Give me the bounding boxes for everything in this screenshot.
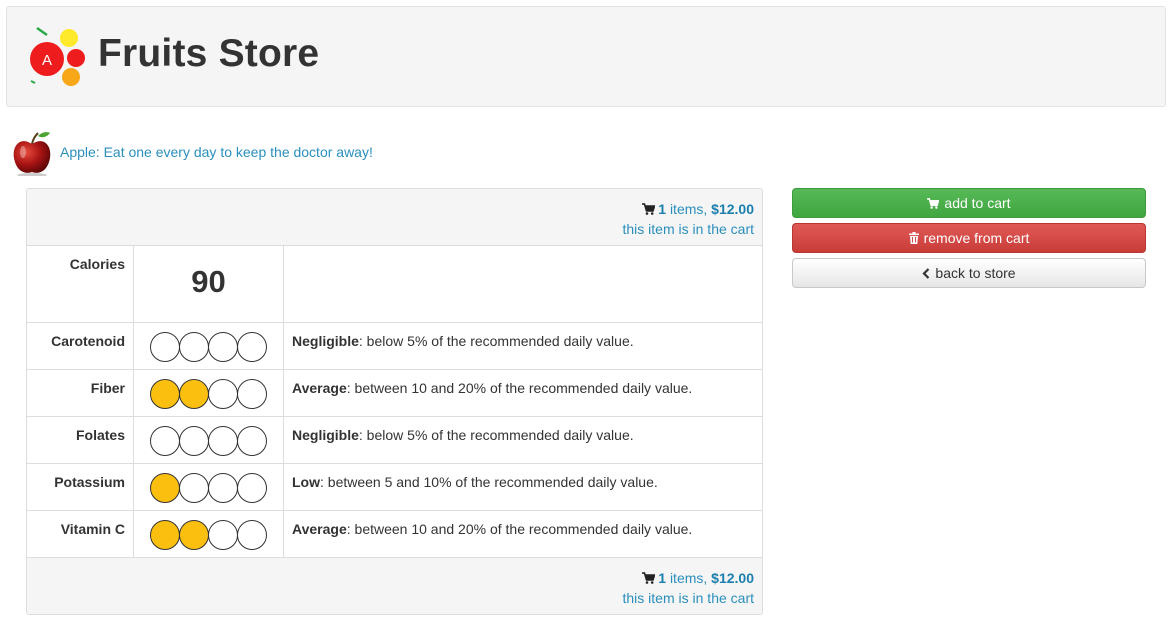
site-header: A Fruits Store (6, 6, 1166, 107)
rating-dot-empty (208, 332, 238, 362)
rating-dot-filled (179, 520, 209, 550)
cart-total: $12.00 (711, 570, 754, 586)
rating-dot-empty (208, 473, 238, 503)
cart-summary-top: 1 items, $12.00 this item is in the cart (27, 189, 762, 246)
rating-dot-filled (150, 473, 180, 503)
nutrient-description: Negligible: below 5% of the recommended … (285, 417, 762, 463)
nutrient-row: Carotenoid Negligible: below 5% of the re… (27, 323, 762, 370)
rating-dot-empty (237, 379, 267, 409)
trash-icon (908, 232, 919, 244)
nutrient-label: Vitamin C (27, 511, 134, 557)
logo-letter: A (42, 52, 52, 69)
nutrient-rating-dots (150, 379, 270, 409)
nutrient-rating: Negligible (292, 333, 359, 349)
nutrient-row: Fiber Average: between 10 and 20% of the … (27, 370, 762, 417)
nutrient-rating-text: : below 5% of the recommended daily valu… (358, 333, 634, 349)
apple-image (13, 132, 51, 176)
rating-dot-filled (179, 379, 209, 409)
nutrient-rating-dots (150, 426, 270, 456)
rating-dot-empty (208, 520, 238, 550)
cart-items-label: items, (669, 201, 708, 217)
cart-count: 1 (658, 201, 667, 217)
nutrient-row: Vitamin C Average: between 10 and 20% of … (27, 511, 762, 558)
nutrient-rating-text: : between 10 and 20% of the recommended … (346, 521, 693, 537)
cart-total: $12.00 (711, 201, 754, 217)
nutrient-rating: Negligible (292, 427, 359, 443)
rating-dot-empty (179, 473, 209, 503)
nutrient-row: Potassium Low: between 5 and 10% of the r… (27, 464, 762, 511)
nutrient-rating: Low (292, 474, 320, 490)
nutrient-rating-text: : between 5 and 10% of the recommended d… (320, 474, 658, 490)
nutrient-rating-dots (150, 332, 270, 362)
rating-dot-filled (150, 520, 180, 550)
chevron-left-icon (922, 268, 930, 279)
add-to-cart-label: add to cart (944, 195, 1011, 211)
nutrient-rating-text: : below 5% of the recommended daily valu… (358, 427, 634, 443)
rating-dot-empty (208, 426, 238, 456)
cart-status[interactable]: this item is in the cart (27, 219, 755, 239)
nutrient-description: Average: between 10 and 20% of the recom… (285, 370, 762, 416)
nutrient-label: Carotenoid (27, 323, 134, 369)
cart-count-line[interactable]: 1 items, $12.00 (27, 199, 754, 219)
nutrient-rating-dots (150, 473, 270, 503)
nutrient-description: Negligible: below 5% of the recommended … (285, 323, 762, 369)
nutrient-description: Average: between 10 and 20% of the recom… (285, 511, 762, 557)
cart-icon (927, 198, 940, 209)
calories-value: 90 (191, 264, 226, 299)
remove-from-cart-button[interactable]: remove from cart (792, 223, 1146, 253)
remove-from-cart-label: remove from cart (923, 230, 1030, 246)
rating-dot-empty (237, 520, 267, 550)
rating-dot-filled (150, 379, 180, 409)
nutrient-row: Folates Negligible: below 5% of the recom… (27, 417, 762, 464)
nutrient-rating-dots (150, 520, 270, 550)
store-title: Fruits Store (98, 32, 320, 75)
nutrient-rating: Average (292, 521, 347, 537)
nutrient-rating: Average (292, 380, 347, 396)
nutrition-panel: 1 items, $12.00 this item is in the cart… (26, 188, 763, 615)
rating-dot-empty (237, 473, 267, 503)
rating-dot-empty (237, 426, 267, 456)
nutrient-label: Potassium (27, 464, 134, 510)
nutrient-label: Folates (27, 417, 134, 463)
back-to-store-label: back to store (935, 265, 1016, 281)
cart-icon (642, 572, 656, 584)
back-to-store-button[interactable]: back to store (792, 258, 1146, 288)
rating-dot-empty (179, 426, 209, 456)
calories-row: Calories 90 (27, 246, 762, 323)
calories-label: Calories (27, 246, 134, 322)
nutrient-description: Low: between 5 and 10% of the recommende… (285, 464, 762, 510)
rating-dot-empty (150, 332, 180, 362)
cart-summary-bottom: 1 items, $12.00 this item is in the cart (27, 557, 762, 614)
cart-items-label: items, (669, 570, 708, 586)
rating-dot-empty (208, 379, 238, 409)
nutrient-label: Fiber (27, 370, 134, 416)
rating-dot-empty (237, 332, 267, 362)
rating-dot-empty (179, 332, 209, 362)
cart-count: 1 (658, 570, 667, 586)
fruits-logo[interactable]: A (29, 25, 91, 91)
nutrient-rating-text: : between 10 and 20% of the recommended … (346, 380, 693, 396)
product-tagline: Apple: Eat one every day to keep the doc… (60, 144, 373, 160)
cart-icon (642, 203, 656, 215)
rating-dot-empty (150, 426, 180, 456)
cart-count-line[interactable]: 1 items, $12.00 (27, 568, 754, 588)
cart-status[interactable]: this item is in the cart (27, 588, 755, 608)
add-to-cart-button[interactable]: add to cart (792, 188, 1146, 218)
